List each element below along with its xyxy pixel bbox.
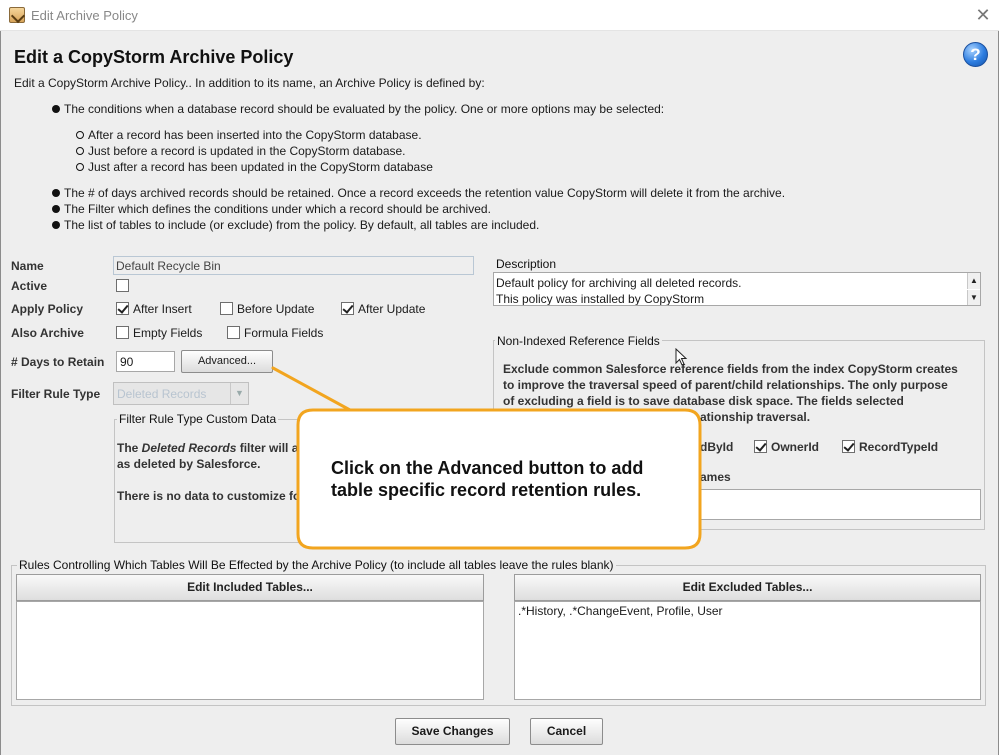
edit-included-tables-button[interactable]: Edit Included Tables... xyxy=(16,574,484,601)
edit-excluded-tables-button[interactable]: Edit Excluded Tables... xyxy=(514,574,981,601)
save-changes-button[interactable]: Save Changes xyxy=(395,718,510,745)
cancel-button[interactable]: Cancel xyxy=(530,718,603,745)
excluded-tables-list[interactable]: .*History, .*ChangeEvent, Profile, User xyxy=(514,601,981,700)
callout-text: Click on the Advanced button to add tabl… xyxy=(331,457,681,501)
rules-title: Rules Controlling Which Tables Will Be E… xyxy=(17,558,616,572)
mouse-pointer-icon xyxy=(675,348,689,368)
included-tables-list[interactable] xyxy=(16,601,484,700)
